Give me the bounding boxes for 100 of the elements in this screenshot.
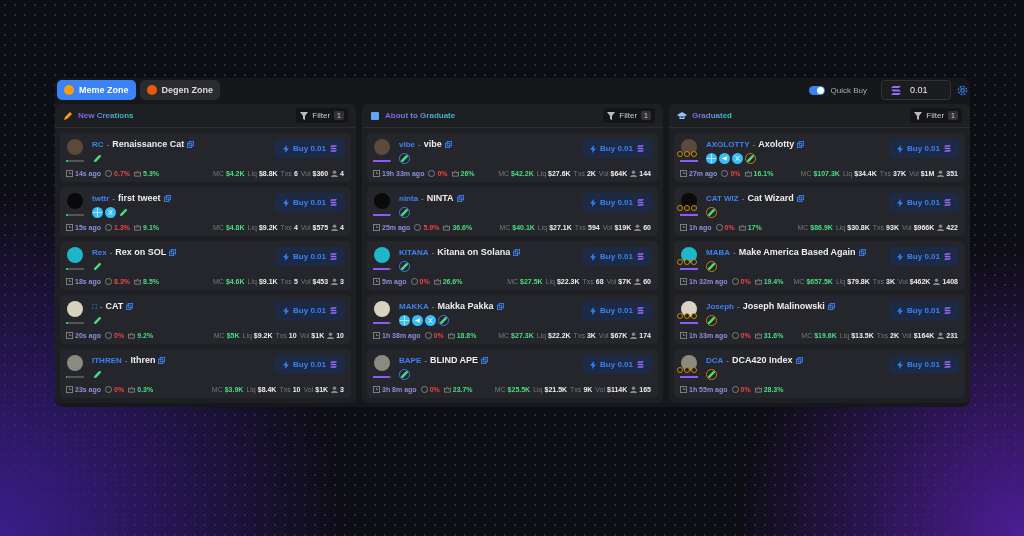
telegram-icon[interactable] <box>412 315 423 326</box>
people-icon <box>937 170 945 177</box>
solana-icon <box>637 307 644 314</box>
clock-icon <box>373 224 380 231</box>
badge-icons-drawing <box>677 205 697 211</box>
solana-icon <box>944 199 951 206</box>
copy-icon[interactable] <box>796 194 804 202</box>
buy-button[interactable]: Buy 0.01 <box>582 355 652 374</box>
buy-button[interactable]: Buy 0.01 <box>275 247 345 266</box>
badge-icons-drawing <box>677 151 697 157</box>
settings-icon[interactable] <box>957 84 968 96</box>
buy-button[interactable]: Buy 0.01 <box>889 301 959 320</box>
token-name: Makka Pakka <box>437 301 494 311</box>
x-icon[interactable] <box>425 315 436 326</box>
solana-icon <box>330 199 337 206</box>
pill-icon[interactable] <box>706 369 717 380</box>
crown-icon <box>443 386 451 393</box>
buy-button[interactable]: Buy 0.01 <box>889 193 959 212</box>
solana-icon <box>330 307 337 314</box>
buy-button[interactable]: Buy 0.01 <box>275 301 345 320</box>
buy-button[interactable]: Buy 0.01 <box>889 139 959 158</box>
buy-button[interactable]: Buy 0.01 <box>889 355 959 374</box>
buy-button[interactable]: Buy 0.01 <box>582 247 652 266</box>
pill-icon[interactable] <box>92 369 103 380</box>
people-icon <box>937 224 945 231</box>
zone-tab[interactable]: Meme Zone <box>57 80 136 100</box>
pill-icon[interactable] <box>399 153 410 164</box>
globe-icon[interactable] <box>92 207 103 218</box>
copy-icon[interactable] <box>158 356 166 364</box>
people-icon <box>630 170 638 177</box>
pill-icon[interactable] <box>118 207 129 218</box>
avatar-placeholder <box>374 139 390 155</box>
buy-button[interactable]: Buy 0.01 <box>275 193 345 212</box>
buy-button[interactable]: Buy 0.01 <box>275 139 345 158</box>
pill-icon[interactable] <box>706 261 717 272</box>
avatar-placeholder <box>681 355 697 371</box>
copy-icon[interactable] <box>827 302 835 310</box>
buy-button[interactable]: Buy 0.01 <box>889 247 959 266</box>
zone-tab[interactable]: Degen Zone <box>139 80 221 100</box>
pill-icon[interactable] <box>92 153 103 164</box>
token-name: Ithren <box>130 355 156 365</box>
amount-field[interactable]: 0.01 <box>881 80 951 100</box>
copy-icon[interactable] <box>481 356 489 364</box>
token-ticker: MABA <box>706 247 730 257</box>
buy-button[interactable]: Buy 0.01 <box>582 193 652 212</box>
lightning-icon <box>590 306 597 315</box>
token-ticker: ninta <box>399 193 419 203</box>
lightning-icon <box>897 306 904 315</box>
globe-icon[interactable] <box>399 315 410 326</box>
copy-icon[interactable] <box>513 248 521 256</box>
badge-icons-drawing <box>677 259 697 265</box>
copy-icon[interactable] <box>187 140 195 148</box>
pill-icon[interactable] <box>399 207 410 218</box>
crown-icon <box>754 278 762 285</box>
copy-icon[interactable] <box>496 302 504 310</box>
globe-icon[interactable] <box>706 153 717 164</box>
column-title: Graduated <box>692 111 732 120</box>
buy-button[interactable]: Buy 0.01 <box>275 355 345 374</box>
clock-icon <box>680 386 687 393</box>
copy-icon[interactable] <box>126 302 134 310</box>
separator-dash: - <box>431 247 435 257</box>
lightning-icon <box>590 252 597 261</box>
quick-buy-toggle[interactable] <box>808 85 825 95</box>
pill-icon[interactable] <box>399 369 410 380</box>
lightning-icon <box>897 144 904 153</box>
copy-icon[interactable] <box>444 140 452 148</box>
avatar-placeholder <box>681 193 697 209</box>
pill-icon[interactable] <box>399 261 410 272</box>
pill-icon[interactable] <box>706 315 717 326</box>
copy-icon[interactable] <box>169 248 177 256</box>
filter-icon <box>300 111 309 120</box>
token-name: Renaissance Cat <box>112 139 185 149</box>
pill-icon[interactable] <box>706 207 717 218</box>
pill-icon[interactable] <box>745 153 756 164</box>
separator-dash: - <box>421 193 424 203</box>
avatar-placeholder <box>374 301 390 317</box>
people-icon <box>634 278 642 285</box>
pill-icon[interactable] <box>438 315 449 326</box>
clock-icon <box>66 386 73 393</box>
copy-icon[interactable] <box>858 248 866 256</box>
filter-icon <box>914 111 923 120</box>
telegram-icon[interactable] <box>719 153 730 164</box>
x-icon[interactable] <box>105 207 116 218</box>
clock-icon <box>680 278 687 285</box>
copy-icon[interactable] <box>163 194 171 202</box>
clock-icon <box>680 170 687 177</box>
token-name: Axolotty <box>758 139 795 149</box>
lightning-icon <box>283 144 290 153</box>
clock-icon <box>66 278 73 285</box>
copy-icon[interactable] <box>797 140 805 148</box>
copy-icon[interactable] <box>795 356 803 364</box>
copy-icon[interactable] <box>456 194 464 202</box>
pill-icon[interactable] <box>92 261 103 272</box>
pill-icon[interactable] <box>92 315 103 326</box>
buy-button[interactable]: Buy 0.01 <box>582 139 652 158</box>
token-name: NINTA <box>426 193 454 203</box>
lightning-icon <box>283 198 290 207</box>
buy-button[interactable]: Buy 0.01 <box>582 301 652 320</box>
x-icon[interactable] <box>732 153 743 164</box>
separator-dash: - <box>124 355 128 365</box>
